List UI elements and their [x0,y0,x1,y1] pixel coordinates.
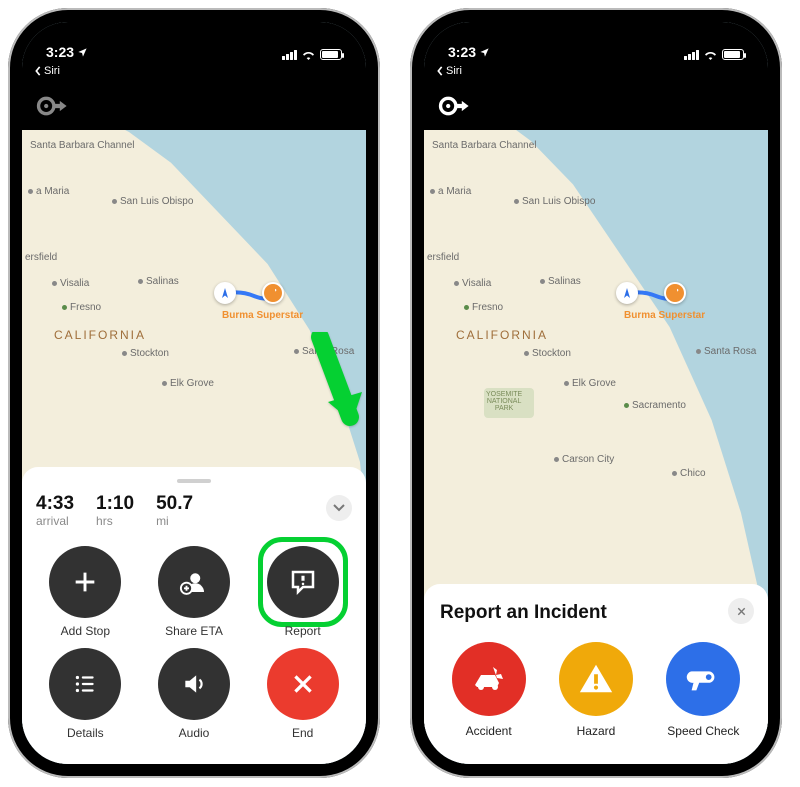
phone-left: 3:23 Siri [8,8,380,778]
close-icon [736,606,747,617]
list-icon [72,671,98,697]
signal-icon [684,50,699,60]
add-stop-button[interactable]: Add Stop [36,546,135,638]
close-button[interactable] [728,598,754,624]
notch [104,22,284,50]
trip-stats: 4:33arrival 1:10hrs 50.7mi [36,493,352,528]
incident-accident-button[interactable]: Accident [440,642,537,738]
phone-right: 3:23 Siri YOSEMITE NATIONAL [410,8,782,778]
x-icon [290,671,316,697]
destination-pin[interactable] [664,282,686,304]
nav-banner [424,82,768,130]
battery-icon [722,49,744,60]
highlight-ring [258,537,348,627]
plus-icon [71,568,99,596]
chevron-left-icon [436,66,444,76]
wifi-icon [301,49,316,60]
report-button[interactable]: Report [253,546,352,638]
status-time: 3:23 [448,44,476,60]
speaker-icon [181,671,207,697]
end-button[interactable]: End [253,648,352,740]
speed-gun-icon [684,660,722,698]
destination-pin[interactable] [262,282,284,304]
user-location-pin [214,282,236,304]
stat-arrival: 4:33arrival [36,493,74,528]
stat-distance: 50.7mi [156,493,193,528]
roundabout-right-icon [438,91,472,121]
audio-button[interactable]: Audio [145,648,244,740]
hazard-icon [577,660,615,698]
stat-duration: 1:10hrs [96,493,134,528]
status-time: 3:23 [46,44,74,60]
roundabout-right-icon [36,91,70,121]
sheet-grabber[interactable] [177,479,211,483]
notch [506,22,686,50]
accident-icon [469,659,509,699]
breadcrumb-label: Siri [44,65,60,77]
nav-banner [22,82,366,130]
breadcrumb-bar[interactable]: Siri [424,62,768,82]
incident-sheet: Report an Incident Accident [424,584,768,764]
breadcrumb-label: Siri [446,65,462,77]
signal-icon [282,50,297,60]
breadcrumb-bar[interactable]: Siri [22,62,366,82]
incident-title: Report an Incident [440,602,752,624]
location-arrow-icon [479,47,490,58]
battery-icon [320,49,342,60]
user-location-pin [616,282,638,304]
location-arrow-icon [77,47,88,58]
chevron-left-icon [34,66,42,76]
chevron-down-icon [333,504,345,512]
incident-hazard-button[interactable]: Hazard [547,642,644,738]
report-bubble-icon [288,567,318,597]
incident-speedcheck-button[interactable]: Speed Check [655,642,752,738]
navigation-sheet: 4:33arrival 1:10hrs 50.7mi Add Stop [22,467,366,764]
details-button[interactable]: Details [36,648,135,740]
share-person-icon [179,567,209,597]
collapse-button[interactable] [326,495,352,521]
share-eta-button[interactable]: Share ETA [145,546,244,638]
route-line [424,130,768,490]
wifi-icon [703,49,718,60]
annotation-arrow-icon [290,332,366,452]
